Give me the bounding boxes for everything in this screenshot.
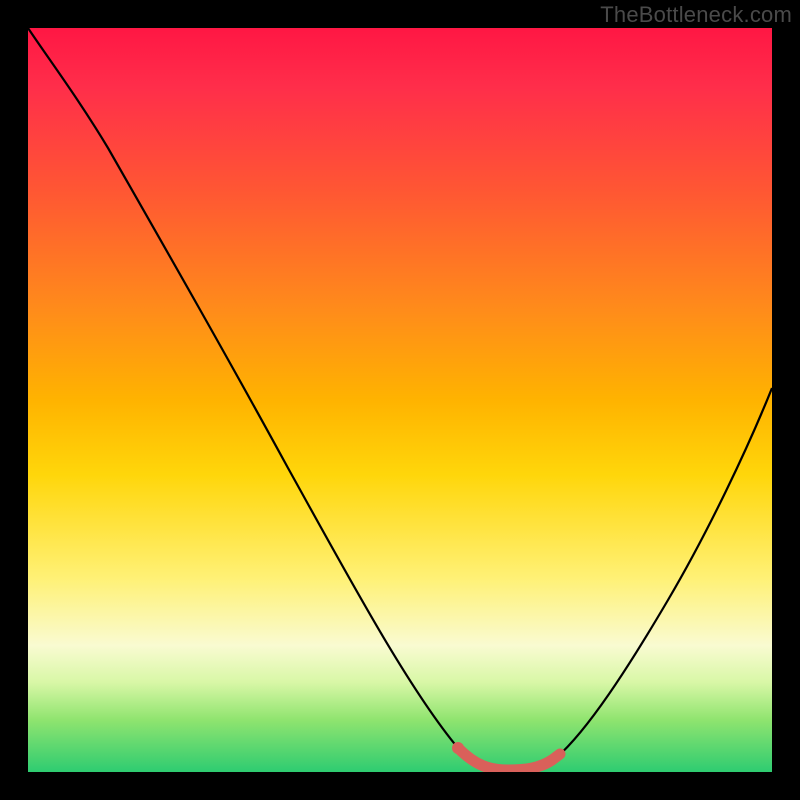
watermark-text: TheBottleneck.com (600, 2, 792, 28)
chart-frame: TheBottleneck.com (0, 0, 800, 800)
plot-area (28, 28, 772, 772)
optimal-range-marker (452, 742, 560, 770)
bottleneck-curve-path (28, 28, 772, 770)
curve-layer (28, 28, 772, 772)
